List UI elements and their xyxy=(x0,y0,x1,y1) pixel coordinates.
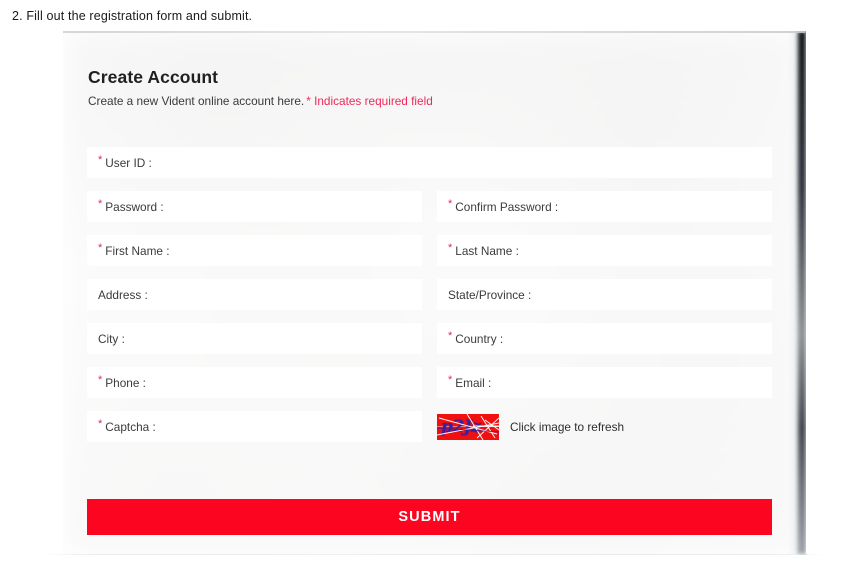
field-password[interactable]: * Password : xyxy=(87,191,422,222)
field-label: First Name : xyxy=(105,243,170,258)
field-captcha[interactable]: * Captcha : xyxy=(87,411,422,442)
field-email[interactable]: * Email : xyxy=(437,367,772,398)
captcha-refresh-hint: Click image to refresh xyxy=(510,419,625,434)
form-row: City : * Country : xyxy=(87,323,797,354)
field-state-province[interactable]: State/Province : xyxy=(437,279,772,310)
field-label: Email : xyxy=(455,375,492,390)
field-address[interactable]: Address : xyxy=(87,279,422,310)
captcha-noise-lines xyxy=(437,413,499,440)
required-star-icon: * xyxy=(448,242,453,254)
field-label: Password : xyxy=(105,199,164,214)
form-field-rows: * User ID : * Password : * Confirm Passw… xyxy=(87,147,797,455)
submit-button[interactable]: SUBMIT xyxy=(87,499,772,535)
required-star-icon: * xyxy=(98,374,103,386)
field-confirm-password[interactable]: * Confirm Password : xyxy=(437,191,772,222)
field-label: Captcha : xyxy=(105,419,156,434)
page-gutter-left xyxy=(0,31,63,554)
field-city[interactable]: City : xyxy=(87,323,422,354)
field-label: User ID : xyxy=(105,155,152,170)
form-title: Create Account xyxy=(88,67,219,87)
required-star-icon: * xyxy=(448,198,453,210)
form-row: * Password : * Confirm Password : xyxy=(87,191,797,222)
form-row: * Phone : * Email : xyxy=(87,367,797,398)
captcha-cell: p2Jz Click image to refresh xyxy=(437,411,772,442)
form-row: * User ID : xyxy=(87,147,797,178)
field-label: Last Name : xyxy=(455,243,519,258)
form-row: * Captcha : p2Jz Click image to refresh xyxy=(87,411,797,442)
field-last-name[interactable]: * Last Name : xyxy=(437,235,772,266)
required-star-icon: * xyxy=(98,154,103,166)
field-label: Country : xyxy=(455,331,504,346)
captcha-image[interactable]: p2Jz xyxy=(437,413,499,440)
required-field-note: * Indicates required field xyxy=(306,94,433,108)
page-gutter-right xyxy=(806,31,843,554)
field-label: Phone : xyxy=(105,375,146,390)
field-first-name[interactable]: * First Name : xyxy=(87,235,422,266)
create-account-form: Create Account Create a new Vident onlin… xyxy=(63,31,805,554)
form-row: Address : State/Province : xyxy=(87,279,797,310)
instruction-caption: 2. Fill out the registration form and su… xyxy=(12,9,253,23)
registration-page-screenshot: Create Account Create a new Vident onlin… xyxy=(0,31,843,555)
form-row: * First Name : * Last Name : xyxy=(87,235,797,266)
form-subtitle-text: Create a new Vident online account here. xyxy=(88,94,305,108)
field-label: City : xyxy=(98,331,125,346)
field-phone[interactable]: * Phone : xyxy=(87,367,422,398)
field-label: Confirm Password : xyxy=(455,199,559,214)
field-label: State/Province : xyxy=(448,287,532,302)
required-star-icon: * xyxy=(448,330,453,342)
required-star-icon: * xyxy=(448,374,453,386)
required-star-icon: * xyxy=(98,242,103,254)
required-star-icon: * xyxy=(98,418,103,430)
field-country[interactable]: * Country : xyxy=(437,323,772,354)
form-subtitle: Create a new Vident online account here.… xyxy=(88,94,433,108)
field-label: Address : xyxy=(98,287,148,302)
required-star-icon: * xyxy=(98,198,103,210)
field-user-id[interactable]: * User ID : xyxy=(87,147,772,178)
